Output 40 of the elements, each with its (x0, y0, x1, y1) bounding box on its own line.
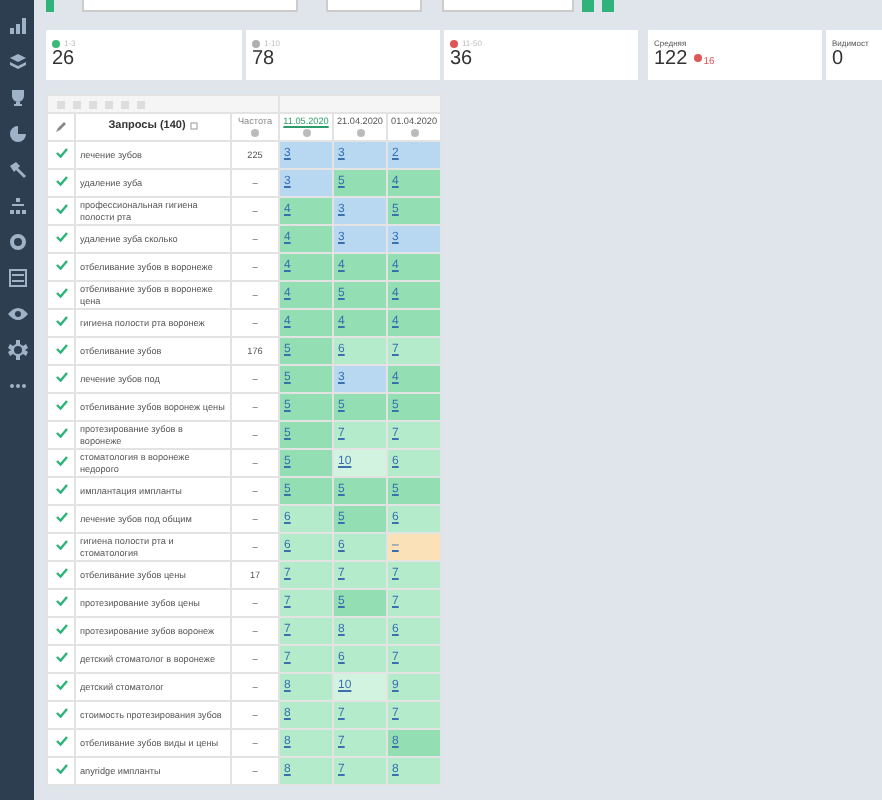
check-icon[interactable] (55, 511, 67, 526)
gear-icon[interactable] (7, 340, 27, 360)
check-icon[interactable] (55, 175, 67, 190)
check-icon[interactable] (55, 707, 67, 722)
check-icon[interactable] (55, 203, 67, 218)
lifebuoy-icon[interactable] (7, 232, 27, 252)
hammer-icon[interactable] (7, 160, 27, 180)
card-value: 122 (654, 48, 688, 70)
check-icon[interactable] (55, 651, 67, 666)
check-icon[interactable] (55, 455, 67, 470)
pencil-icon[interactable] (56, 122, 66, 132)
check-icon[interactable] (55, 567, 67, 582)
check-icon[interactable] (55, 595, 67, 610)
sitemap-icon[interactable] (7, 196, 27, 216)
card-value: 0 (832, 48, 846, 70)
check-icon[interactable] (55, 287, 67, 302)
eye-icon[interactable] (7, 304, 27, 324)
check-icon[interactable] (55, 399, 67, 414)
list-icon[interactable] (7, 268, 27, 288)
check-icon[interactable] (55, 483, 67, 498)
check-icon[interactable] (55, 371, 67, 386)
check-icon[interactable] (55, 763, 67, 778)
check-icon[interactable] (55, 343, 67, 358)
check-icon[interactable] (55, 735, 67, 750)
chart-icon[interactable] (7, 16, 27, 36)
layers-icon[interactable] (7, 52, 27, 72)
check-icon[interactable] (55, 623, 67, 638)
pie-chart-icon[interactable] (7, 124, 27, 144)
check-icon[interactable] (55, 259, 67, 274)
check-icon[interactable] (55, 539, 67, 554)
info-icon[interactable] (189, 122, 198, 131)
trophy-icon[interactable] (7, 88, 27, 108)
check-icon[interactable] (55, 427, 67, 442)
check-icon[interactable] (55, 231, 67, 246)
card-value: 26 (52, 48, 77, 70)
check-icon[interactable] (55, 147, 67, 162)
card-value: 78 (252, 48, 277, 70)
check-icon[interactable] (55, 679, 67, 694)
check-icon[interactable] (55, 315, 67, 330)
card-value: 36 (450, 48, 475, 70)
